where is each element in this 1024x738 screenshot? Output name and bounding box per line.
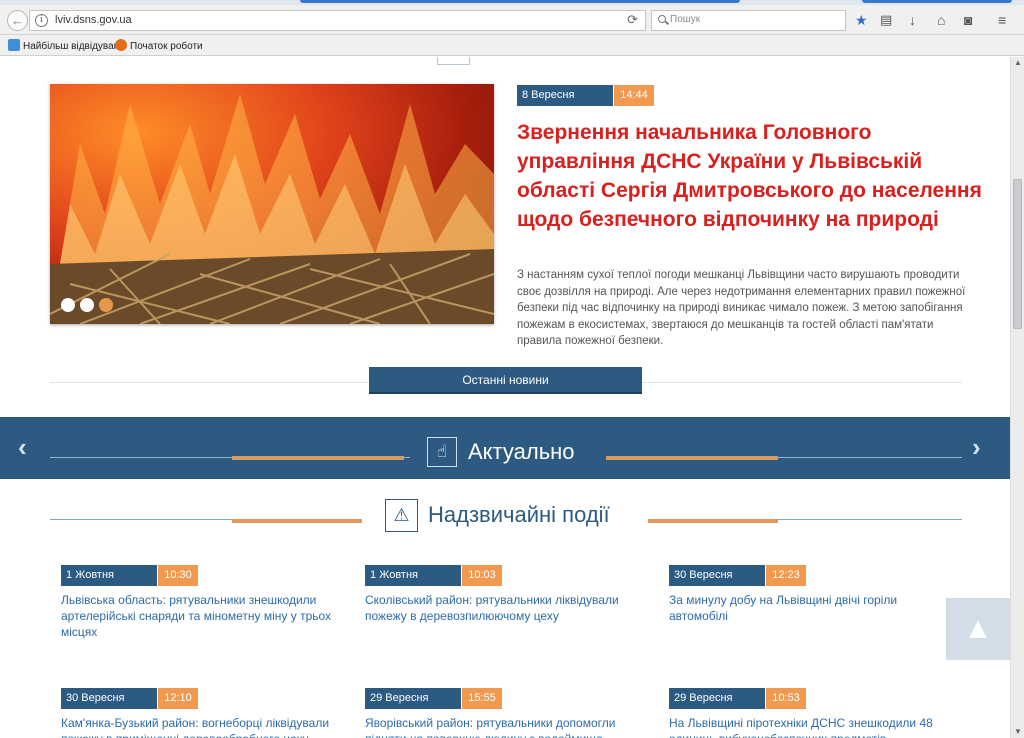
emergency-title: Надзвичайні події <box>428 502 610 527</box>
scroll-down-icon[interactable]: ▼ <box>1012 726 1024 738</box>
em-accent-left <box>232 519 362 523</box>
band-title: Актуально <box>468 439 575 464</box>
news-link[interactable]: Львівська область: рятувальники знешкоди… <box>61 592 346 640</box>
news-time: 15:55 <box>462 688 502 709</box>
star-icon[interactable]: ★ <box>855 13 868 27</box>
chevron-left-icon[interactable]: ‹ <box>18 434 27 460</box>
active-tab-indicator <box>300 0 740 3</box>
em-accent-right <box>648 519 778 523</box>
scroll-up-icon[interactable]: ▲ <box>1012 57 1024 69</box>
news-date: 1 Жовтня <box>61 565 157 586</box>
hand-pointer-icon: ☝ <box>427 437 457 467</box>
latest-news-button[interactable]: Останні новини <box>369 367 642 394</box>
home-icon[interactable]: ⌂ <box>937 13 945 27</box>
menu-icon[interactable]: ≡ <box>998 13 1006 27</box>
news-time: 12:23 <box>766 565 806 586</box>
chevron-right-icon[interactable]: › <box>972 434 981 460</box>
hero-title-link[interactable]: Звернення начальника Головного управлінн… <box>517 118 987 234</box>
news-time: 10:53 <box>766 688 806 709</box>
news-time: 10:30 <box>158 565 198 586</box>
scroll-to-top-button[interactable]: ▲ <box>946 598 1010 660</box>
download-icon[interactable]: ↓ <box>909 13 916 27</box>
news-link[interactable]: На Львівщині піротехніки ДСНС знешкодили… <box>669 715 939 738</box>
url-bar[interactable]: i lviv.dsns.gov.ua ⟳ <box>29 10 646 31</box>
bookmarks-toolbar: Найбільш відвідувані Початок роботи <box>0 35 1024 56</box>
news-link[interactable]: Яворівський район: рятувальники допомогл… <box>365 715 650 738</box>
bookmark-getting-started[interactable]: Початок роботи <box>115 39 203 52</box>
slider-dot-1[interactable] <box>61 298 75 312</box>
hero-summary: З настанням сухої теплої погоди мешканці… <box>517 269 966 347</box>
search-input[interactable]: Пошук <box>651 10 846 31</box>
news-date: 30 Вересня <box>61 688 157 709</box>
bookmark-label: Найбільш відвідувані <box>23 41 122 52</box>
bookmark-folder-icon <box>8 39 20 51</box>
slider-pager-tab[interactable] <box>437 57 470 65</box>
browser-navbar: ← i lviv.dsns.gov.ua ⟳ Пошук ★ ▤ ↓ ⌂ ◙ ≡ <box>0 5 1024 35</box>
hero-date: 8 Вересня <box>517 85 613 106</box>
news-link[interactable]: За минулу добу на Львівщині двічі горіли… <box>669 592 939 624</box>
tab-indicator <box>862 0 1012 3</box>
url-text[interactable]: lviv.dsns.gov.ua <box>55 14 132 26</box>
scroll-thumb[interactable] <box>1013 179 1022 329</box>
search-icon <box>658 15 666 23</box>
hero-image-fire[interactable] <box>50 84 494 324</box>
news-date: 29 Вересня <box>365 688 461 709</box>
firefox-icon <box>115 39 127 51</box>
news-link[interactable]: Сколівський район: рятувальники ліквідув… <box>365 592 650 624</box>
warning-icon: ⚠ <box>385 499 418 532</box>
hero-time: 14:44 <box>614 85 654 106</box>
news-link[interactable]: Кам'янка-Бузький район: вогнеборці лікві… <box>61 715 346 738</box>
page-viewport: 8 Вересня 14:44 Звернення начальника Гол… <box>0 57 1010 738</box>
fire-illustration <box>50 94 494 324</box>
news-date: 29 Вересня <box>669 688 765 709</box>
reload-icon[interactable]: ⟳ <box>627 12 638 28</box>
back-button[interactable]: ← <box>7 10 28 31</box>
band-accent-left <box>232 456 404 460</box>
bookmark-most-visited[interactable]: Найбільш відвідувані <box>8 39 121 52</box>
info-icon[interactable]: i <box>35 14 48 27</box>
band-accent-right <box>606 456 778 460</box>
news-date: 30 Вересня <box>669 565 765 586</box>
pocket-icon[interactable]: ◙ <box>964 13 972 27</box>
page-scrollbar[interactable]: ▲ ▼ <box>1010 57 1024 738</box>
news-time: 12:10 <box>158 688 198 709</box>
search-placeholder: Пошук <box>670 14 701 25</box>
slider-dot-3-active[interactable] <box>99 298 113 312</box>
news-date: 1 Жовтня <box>365 565 461 586</box>
news-time: 10:03 <box>462 565 502 586</box>
reading-list-icon[interactable]: ▤ <box>880 13 892 27</box>
actual-band: ‹ ☝ Актуально › <box>0 417 1010 479</box>
slider-dot-2[interactable] <box>80 298 94 312</box>
bookmark-label: Початок роботи <box>130 41 203 52</box>
